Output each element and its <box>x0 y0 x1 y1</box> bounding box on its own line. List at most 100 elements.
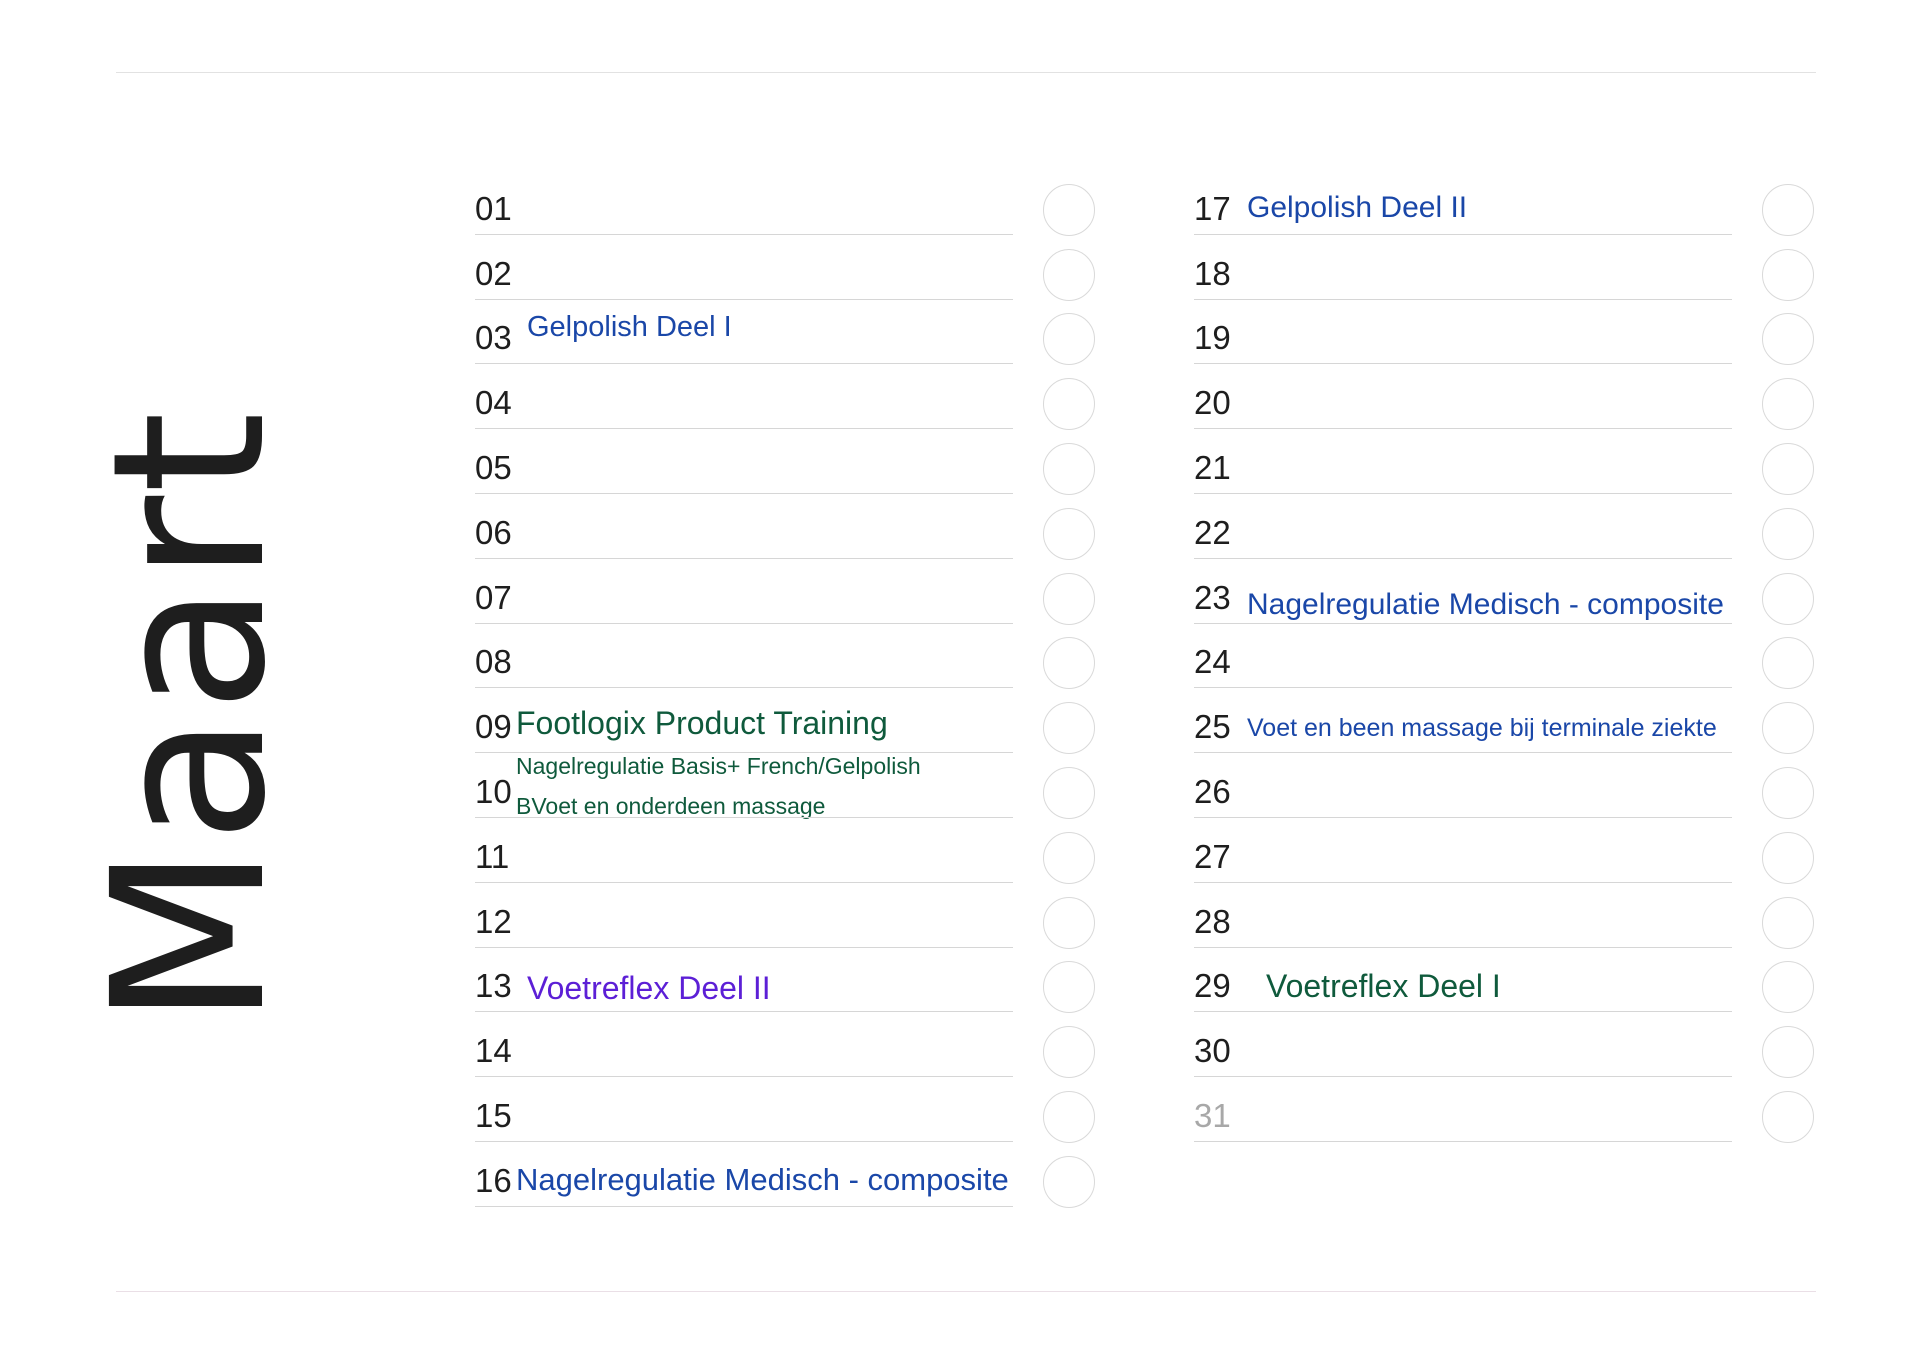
day-row-30: 30 <box>1194 1012 1814 1079</box>
month-title: Maart <box>67 409 312 1027</box>
day-checkbox[interactable] <box>1762 378 1814 431</box>
day-event: Gelpolish Deel I <box>527 311 732 344</box>
day-checkbox[interactable] <box>1043 183 1095 236</box>
day-checkbox[interactable] <box>1043 831 1095 884</box>
day-row-15: 15 <box>475 1077 1095 1143</box>
day-row-10: 10 Nagelregulatie Basis+ French/Gelpolish… <box>475 753 1095 819</box>
top-divider <box>116 72 1816 73</box>
day-number: 08 <box>475 643 512 681</box>
day-number: 25 <box>1194 708 1231 746</box>
days-column-right: 17 Gelpolish Deel II 18 19 20 21 22 23 Nagelregu… <box>1194 170 1814 1143</box>
day-event: Nagelregulatie Medisch - composite <box>1247 587 1724 621</box>
day-checkbox[interactable] <box>1043 702 1095 755</box>
day-number: 20 <box>1194 384 1231 422</box>
day-row-20: 20 <box>1194 364 1814 431</box>
day-number: 27 <box>1194 837 1231 875</box>
day-row-16: 16 Nagelregulatie Medisch - composite <box>475 1142 1095 1208</box>
day-row-28: 28 <box>1194 883 1814 949</box>
day-number: 16 <box>475 1161 512 1199</box>
row-divider <box>475 1205 1013 1207</box>
days-column-left: 01 02 03 Gelpolish Deel I 04 05 06 07 08 09 Footlo… <box>475 170 1095 1208</box>
day-row-26: 26 <box>1194 753 1814 819</box>
day-row-22: 22 <box>1194 494 1814 560</box>
day-number: 10 <box>475 772 512 810</box>
day-number: 28 <box>1194 902 1231 940</box>
day-number: 11 <box>475 837 510 875</box>
day-row-05: 05 <box>475 429 1095 495</box>
day-checkbox[interactable] <box>1043 1155 1095 1208</box>
day-number: 17 <box>1194 189 1231 227</box>
day-checkbox[interactable] <box>1043 766 1095 819</box>
day-number: 06 <box>475 513 512 551</box>
day-row-07: 07 <box>475 559 1095 625</box>
day-number: 15 <box>475 1096 512 1134</box>
day-number: 31 <box>1194 1096 1231 1134</box>
day-row-14: 14 <box>475 1012 1095 1079</box>
day-number: 30 <box>1194 1032 1231 1070</box>
day-checkbox[interactable] <box>1762 507 1814 560</box>
day-checkbox[interactable] <box>1043 896 1095 949</box>
day-row-29: 29 Voetreflex Deel I <box>1194 948 1814 1014</box>
day-checkbox[interactable] <box>1043 378 1095 431</box>
day-checkbox[interactable] <box>1762 248 1814 301</box>
day-checkbox[interactable] <box>1762 1090 1814 1143</box>
day-event: Voet en been massage bij terminale ziekt… <box>1247 714 1717 743</box>
day-number: 23 <box>1194 578 1231 616</box>
day-checkbox[interactable] <box>1762 183 1814 236</box>
day-number: 18 <box>1194 254 1231 292</box>
day-number: 05 <box>475 448 512 486</box>
day-event-secondary: BVoet en onderdeen massage <box>516 792 826 819</box>
day-row-02: 02 <box>475 235 1095 301</box>
day-checkbox[interactable] <box>1043 507 1095 560</box>
bottom-divider <box>116 1291 1816 1292</box>
day-checkbox[interactable] <box>1043 637 1095 690</box>
day-row-03: 03 Gelpolish Deel I <box>475 300 1095 366</box>
day-row-13: 13 Voetreflex Deel II <box>475 948 1095 1014</box>
day-checkbox[interactable] <box>1762 896 1814 949</box>
day-row-12: 12 <box>475 883 1095 949</box>
day-checkbox[interactable] <box>1762 831 1814 884</box>
day-checkbox[interactable] <box>1762 572 1814 625</box>
day-row-31: 31 <box>1194 1077 1814 1143</box>
day-number: 22 <box>1194 513 1231 551</box>
day-checkbox[interactable] <box>1762 702 1814 755</box>
day-event: Footlogix Product Training <box>516 705 888 742</box>
day-event: Voetreflex Deel II <box>527 970 771 1007</box>
day-checkbox[interactable] <box>1043 1026 1095 1079</box>
day-checkbox[interactable] <box>1762 961 1814 1014</box>
day-number: 26 <box>1194 772 1231 810</box>
day-row-25: 25 Voet en been massage bij terminale zie… <box>1194 688 1814 755</box>
day-number: 29 <box>1194 967 1231 1005</box>
day-event: Gelpolish Deel II <box>1247 190 1468 224</box>
day-row-24: 24 <box>1194 624 1814 690</box>
day-row-11: 11 <box>475 818 1095 884</box>
day-checkbox[interactable] <box>1043 961 1095 1014</box>
day-row-27: 27 <box>1194 818 1814 884</box>
day-row-18: 18 <box>1194 235 1814 301</box>
day-checkbox[interactable] <box>1762 442 1814 495</box>
day-row-23: 23 Nagelregulatie Medisch - composite <box>1194 559 1814 625</box>
day-checkbox[interactable] <box>1762 1026 1814 1079</box>
day-checkbox[interactable] <box>1043 313 1095 366</box>
day-row-19: 19 <box>1194 300 1814 366</box>
day-row-21: 21 <box>1194 429 1814 495</box>
day-row-01: 01 <box>475 170 1095 236</box>
day-checkbox[interactable] <box>1762 637 1814 690</box>
day-number: 02 <box>475 254 512 292</box>
day-number: 19 <box>1194 319 1231 357</box>
day-number: 09 <box>475 708 512 746</box>
day-checkbox[interactable] <box>1043 1090 1095 1143</box>
day-checkbox[interactable] <box>1762 313 1814 366</box>
day-row-17: 17 Gelpolish Deel II <box>1194 170 1814 236</box>
day-row-08: 08 <box>475 624 1095 690</box>
day-row-06: 06 <box>475 494 1095 560</box>
row-divider <box>1194 1140 1732 1142</box>
day-event: Nagelregulatie Medisch - composite <box>516 1161 1009 1197</box>
day-number: 04 <box>475 384 512 422</box>
day-checkbox[interactable] <box>1043 442 1095 495</box>
day-number: 07 <box>475 578 512 616</box>
day-checkbox[interactable] <box>1043 572 1095 625</box>
day-checkbox[interactable] <box>1043 248 1095 301</box>
day-number: 24 <box>1194 643 1231 681</box>
day-checkbox[interactable] <box>1762 766 1814 819</box>
